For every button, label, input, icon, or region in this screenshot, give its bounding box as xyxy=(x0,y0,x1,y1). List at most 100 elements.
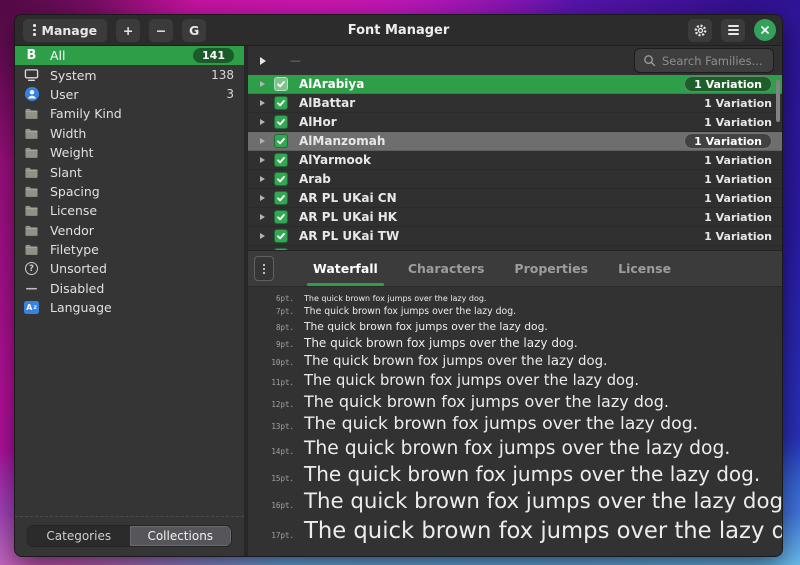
sidebar-item-language[interactable]: AzLanguage xyxy=(15,298,244,317)
close-icon xyxy=(760,25,770,35)
preferences-button[interactable] xyxy=(688,19,712,42)
folder-icon xyxy=(23,204,40,217)
font-family-row-ar-pl-ukai-cn[interactable]: AR PL UKai CN1 Variation xyxy=(248,189,782,208)
sidebar-item-family-kind[interactable]: Family Kind xyxy=(15,104,244,123)
font-enabled-checkbox[interactable] xyxy=(274,115,288,129)
sidebar-item-license[interactable]: License xyxy=(15,201,244,220)
sidebar-item-label: Disabled xyxy=(50,281,104,296)
expander-icon[interactable] xyxy=(260,233,265,239)
waterfall-size-label: 13pt. xyxy=(260,422,294,431)
waterfall-sample-text: The quick brown fox jumps over the lazy … xyxy=(304,307,516,318)
tab-properties[interactable]: Properties xyxy=(499,251,603,286)
font-enabled-checkbox[interactable] xyxy=(274,210,288,224)
font-family-name: AlHor xyxy=(299,115,337,129)
waterfall-size-label: 14pt. xyxy=(260,447,294,456)
font-family-row-alhor[interactable]: AlHor1 Variation xyxy=(248,113,782,132)
sidebar-item-disabled[interactable]: —Disabled xyxy=(15,279,244,298)
font-enabled-checkbox[interactable] xyxy=(274,77,288,91)
list-scrollbar-thumb[interactable] xyxy=(776,80,780,122)
waterfall-row-10pt: 10pt.The quick brown fox jumps over the … xyxy=(260,354,776,369)
expander-icon[interactable] xyxy=(260,81,265,87)
question-icon: ? xyxy=(23,262,40,275)
sidebar-item-slant[interactable]: Slant xyxy=(15,162,244,181)
google-fonts-button[interactable]: G xyxy=(182,19,206,42)
waterfall-size-label: 15pt. xyxy=(260,474,294,483)
font-family-row-alarabiya[interactable]: AlArabiya1 Variation xyxy=(248,75,782,94)
waterfall-sample-text: The quick brown fox jumps over the lazy … xyxy=(304,321,548,333)
sidebar-item-vendor[interactable]: Vendor xyxy=(15,221,244,240)
expander-icon[interactable] xyxy=(260,100,265,106)
hamburger-icon xyxy=(728,25,739,35)
sidebar-item-label: License xyxy=(50,203,97,218)
waterfall-size-label: 10pt. xyxy=(260,358,294,367)
variation-count-badge: 1 Variation xyxy=(684,133,772,149)
expander-icon[interactable] xyxy=(260,214,265,220)
search-field[interactable] xyxy=(634,48,774,73)
collections-button[interactable]: Collections xyxy=(130,526,232,546)
font-enabled-checkbox[interactable] xyxy=(274,172,288,186)
font-enabled-checkbox[interactable] xyxy=(274,248,288,250)
sidebar-item-filetype[interactable]: Filetype xyxy=(15,240,244,259)
font-family-list: AlArabiya1 VariationAlBattar1 VariationA… xyxy=(248,75,782,250)
category-list: BAll141System138User3 Family Kind WidthWei… xyxy=(15,46,244,317)
sidebar-item-user[interactable]: User3 xyxy=(15,85,244,104)
font-family-row-alyarmook[interactable]: AlYarmook1 Variation xyxy=(248,151,782,170)
categories-button[interactable]: Categories xyxy=(28,526,130,546)
font-family-name: Arab xyxy=(299,172,331,186)
font-list-panel: — AlArabiya1 VariationAlBattar1 Variatio… xyxy=(248,46,782,250)
user-avatar-icon xyxy=(23,87,40,101)
sidebar: BAll141System138User3 Family Kind WidthWei… xyxy=(15,46,244,556)
expander-icon[interactable] xyxy=(260,157,265,163)
sidebar-item-all[interactable]: BAll141 xyxy=(15,46,244,65)
tab-license[interactable]: License xyxy=(603,251,686,286)
select-all-dash-icon[interactable]: — xyxy=(290,54,301,67)
font-family-name: AlArabiya xyxy=(299,77,364,91)
font-enabled-checkbox[interactable] xyxy=(274,134,288,148)
waterfall-size-label: 17pt. xyxy=(260,531,294,540)
expander-icon[interactable] xyxy=(260,119,265,125)
sidebar-mode-switcher: Categories Collections xyxy=(27,525,232,547)
font-family-row-ar-pl-ukai-tw[interactable]: AR PL UKai TW1 Variation xyxy=(248,227,782,246)
sidebar-item-label: All xyxy=(50,48,66,63)
main-menu-button[interactable] xyxy=(721,19,745,42)
font-family-row-ar-pl-ukai-hk[interactable]: AR PL UKai HK1 Variation xyxy=(248,208,782,227)
sidebar-footer: Categories Collections xyxy=(15,516,244,556)
font-family-name: AlBattar xyxy=(299,96,355,110)
font-family-row-partial[interactable] xyxy=(248,246,782,250)
variation-count-badge: 1 Variation xyxy=(704,230,772,243)
waterfall-row-15pt: 15pt.The quick brown fox jumps over the … xyxy=(260,463,776,486)
folder-icon xyxy=(23,166,40,179)
sidebar-item-spacing[interactable]: Spacing xyxy=(15,182,244,201)
waterfall-row-13pt: 13pt.The quick brown fox jumps over the … xyxy=(260,415,776,435)
manage-button[interactable]: Manage xyxy=(23,19,107,42)
font-family-name: AR PL UKai HK xyxy=(299,210,397,224)
waterfall-preview: 6pt.The quick brown fox jumps over the l… xyxy=(248,287,782,556)
close-button[interactable] xyxy=(754,19,776,41)
remove-fonts-button[interactable]: − xyxy=(149,19,173,42)
sidebar-item-label: Language xyxy=(50,300,112,315)
font-enabled-checkbox[interactable] xyxy=(274,153,288,167)
font-family-row-arab[interactable]: Arab1 Variation xyxy=(248,170,782,189)
sidebar-item-unsorted[interactable]: ?Unsorted xyxy=(15,259,244,278)
expander-icon[interactable] xyxy=(260,138,265,144)
font-enabled-checkbox[interactable] xyxy=(274,96,288,110)
category-count-badge: 3 xyxy=(226,87,234,101)
expander-icon[interactable] xyxy=(260,176,265,182)
tab-characters[interactable]: Characters xyxy=(393,251,500,286)
expand-all-icon[interactable] xyxy=(260,57,266,65)
search-input[interactable] xyxy=(662,54,765,68)
font-enabled-checkbox[interactable] xyxy=(274,191,288,205)
add-fonts-button[interactable]: + xyxy=(116,19,140,42)
sidebar-item-system[interactable]: System138 xyxy=(15,65,244,84)
folder-icon xyxy=(23,107,40,120)
waterfall-size-label: 8pt. xyxy=(260,323,294,332)
font-family-row-almanzomah[interactable]: AlManzomah1 Variation xyxy=(248,132,782,151)
expander-icon[interactable] xyxy=(260,195,265,201)
font-family-row-albattar[interactable]: AlBattar1 Variation xyxy=(248,94,782,113)
font-enabled-checkbox[interactable] xyxy=(274,229,288,243)
preview-options-button[interactable] xyxy=(254,256,274,281)
sidebar-item-label: Family Kind xyxy=(50,106,122,121)
tab-waterfall[interactable]: Waterfall xyxy=(298,251,393,286)
sidebar-item-weight[interactable]: Weight xyxy=(15,143,244,162)
sidebar-item-width[interactable]: Width xyxy=(15,124,244,143)
